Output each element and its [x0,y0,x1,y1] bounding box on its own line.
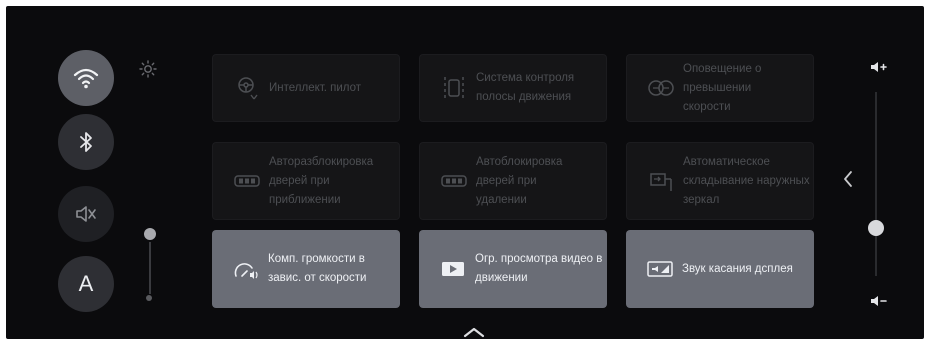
card-label: Комп. громкости в завис. от скорости [268,253,367,284]
card-speed-warning[interactable]: Оповещение о превышении скорости [626,54,814,122]
card-label: Автоблокировка дверей при удалении [476,155,563,206]
card-label: Система контроля полосы движения [476,72,575,103]
volume-slider-handle[interactable] [868,220,884,236]
steering-assist-icon [233,74,261,102]
speed-limit-icon [647,74,675,102]
card-label: Интеллект. пилот [269,81,362,94]
card-auto-unlock[interactable]: Авторазблокировка дверей при приближении [212,142,400,220]
bluetooth-toggle[interactable] [58,114,114,170]
letter-a-icon: A [78,271,94,296]
card-label: Автоматическое складывание наружных зерк… [683,155,810,206]
card-video-restrict[interactable]: Огр. просмотра видео в движении [419,230,607,308]
card-auto-lock[interactable]: Автоблокировка дверей при удалении [419,142,607,220]
touch-sound-icon [646,255,674,283]
mute-toggle[interactable] [58,186,114,242]
key-fob-icon [440,167,468,195]
card-lane-control[interactable]: Система контроля полосы движения [419,54,607,122]
card-label: Оповещение о превышении скорости [683,62,762,113]
chevron-up-icon[interactable] [461,325,487,339]
control-center-screen: A Интеллект. пилот Система контроля поло… [6,6,924,339]
volume-up-icon [871,62,887,72]
key-fob-icon [233,167,261,195]
card-mirror-fold[interactable]: Автоматическое складывание наружных зерк… [626,142,814,220]
card-label: Авторазблокировка дверей при приближении [269,155,374,206]
wifi-toggle[interactable] [58,50,114,106]
card-touch-sound[interactable]: Звук касания дсплея [626,230,814,308]
brightness-slider-handle[interactable] [144,228,156,240]
volume-down-icon [871,296,887,306]
volume-slider-track[interactable] [875,92,877,276]
sun-icon [139,60,157,78]
brightness-low-icon [146,295,152,301]
card-label: Огр. просмотра видео в движении [475,253,603,284]
video-restrict-icon [439,255,467,283]
brightness-slider-track[interactable] [149,242,151,294]
card-label: Звук касания дсплея [682,262,793,275]
lane-assist-icon [440,74,468,102]
card-speed-volume[interactable]: Комп. громкости в завис. от скорости [212,230,400,308]
speed-volume-icon [232,255,260,283]
bluetooth-icon [80,132,92,152]
mirror-fold-icon [647,167,675,195]
wifi-icon [73,68,99,89]
auto-brightness-toggle[interactable]: A [58,256,114,312]
card-intellect-pilot[interactable]: Интеллект. пилот [212,54,400,122]
chevron-left-icon[interactable] [840,169,856,189]
speaker-muted-icon [76,206,96,222]
